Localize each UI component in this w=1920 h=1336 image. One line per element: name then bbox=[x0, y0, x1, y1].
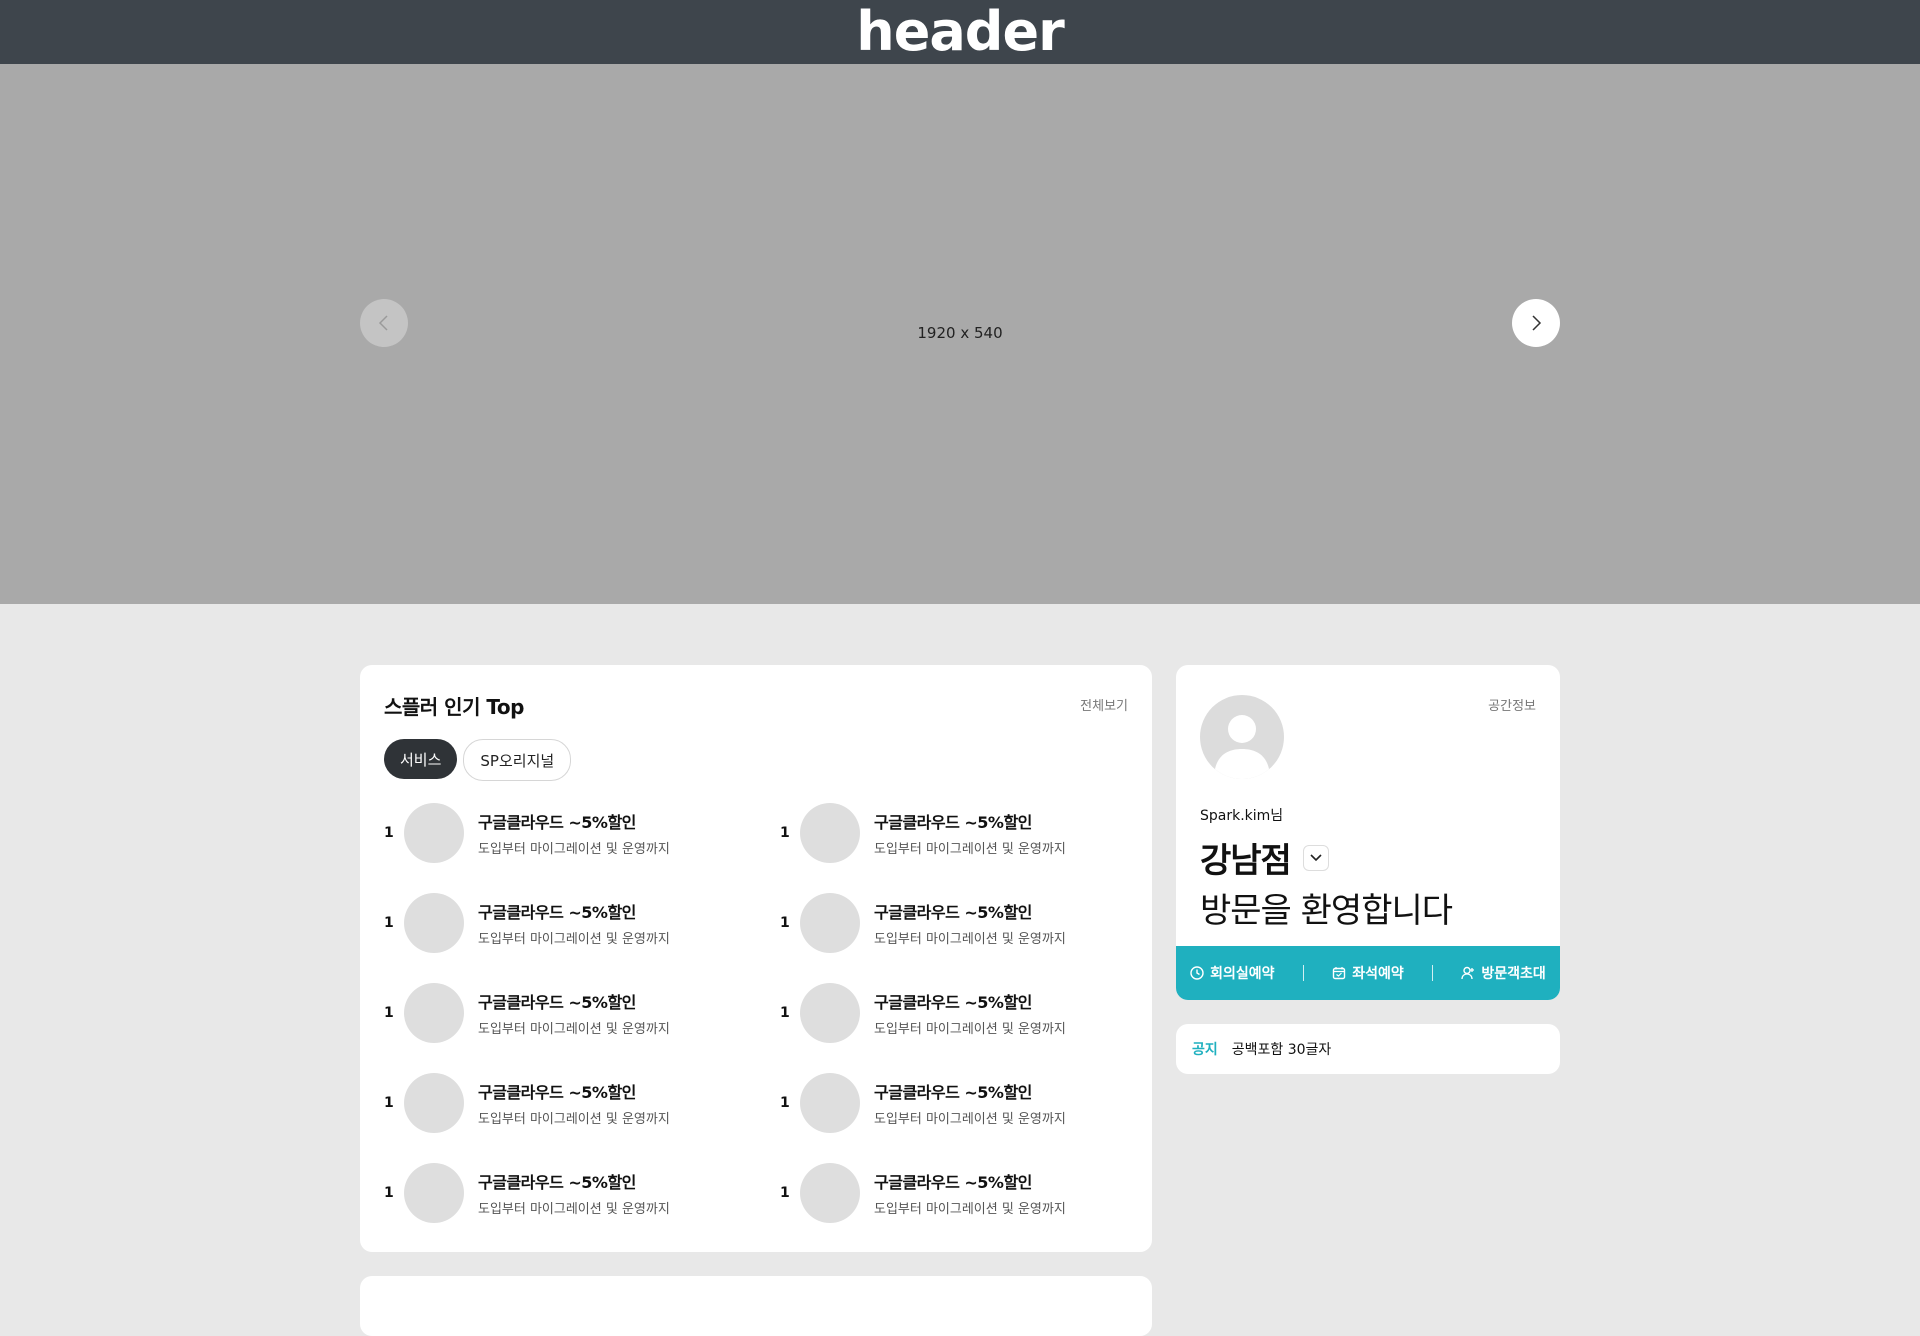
tab-service[interactable]: 서비스 bbox=[384, 739, 458, 779]
invite-visitor-button[interactable]: 방문객초대 bbox=[1461, 963, 1546, 983]
list-item[interactable]: 1 구글클라우드 ~5%할인도입부터 마이그레이션 및 운영까지 bbox=[384, 1073, 780, 1133]
space-info-link[interactable]: 공간정보 bbox=[1488, 695, 1536, 714]
meeting-room-reservation-button[interactable]: 회의실예약 bbox=[1190, 963, 1275, 983]
item-subtitle: 도입부터 마이그레이션 및 운영까지 bbox=[478, 1112, 670, 1127]
item-thumbnail bbox=[404, 803, 464, 863]
rank-number: 1 bbox=[384, 915, 394, 931]
item-title: 구글클라우드 ~5%할인 bbox=[478, 813, 636, 832]
rank-number: 1 bbox=[780, 1185, 790, 1201]
rank-number: 1 bbox=[384, 825, 394, 841]
rank-number: 1 bbox=[780, 915, 790, 931]
list-item[interactable]: 1 구글클라우드 ~5%할인도입부터 마이그레이션 및 운영까지 bbox=[384, 803, 780, 863]
next-slide-button[interactable] bbox=[1512, 299, 1560, 347]
chevron-right-icon bbox=[1532, 315, 1542, 331]
divider bbox=[1302, 965, 1304, 981]
item-title: 구글클라우드 ~5%할인 bbox=[478, 903, 636, 922]
clock-icon bbox=[1190, 966, 1204, 980]
profile-card: 공간정보 Spark.kim님 강남점 방문을 환영합니다 회의실예약 좌석예약… bbox=[1176, 665, 1560, 1000]
item-title: 구글클라우드 ~5%할인 bbox=[874, 903, 1032, 922]
list-item[interactable]: 1 구글클라우드 ~5%할인도입부터 마이그레이션 및 운영까지 bbox=[780, 893, 1128, 953]
item-title: 구글클라우드 ~5%할인 bbox=[874, 1083, 1032, 1102]
item-subtitle: 도입부터 마이그레이션 및 운영까지 bbox=[478, 932, 670, 947]
user-silhouette-icon bbox=[1214, 715, 1270, 779]
item-thumbnail bbox=[800, 1163, 860, 1223]
item-subtitle: 도입부터 마이그레이션 및 운영까지 bbox=[478, 842, 670, 857]
rank-number: 1 bbox=[780, 1005, 790, 1021]
user-name: Spark.kim님 bbox=[1200, 808, 1284, 824]
popular-list: 1 구글클라우드 ~5%할인 도입부터 마이그레이션 및 운영까지 1 구글클라우… bbox=[384, 803, 1128, 1223]
invite-visitor-label: 방문객초대 bbox=[1481, 966, 1546, 982]
list-item[interactable]: 1 구글클라우드 ~5%할인도입부터 마이그레이션 및 운영까지 bbox=[384, 893, 780, 953]
notice-card[interactable]: 공지 공백포함 30글자 bbox=[1176, 1024, 1560, 1074]
hero-banner[interactable]: 1920 x 540 bbox=[0, 64, 1920, 604]
notice-label: 공지 bbox=[1192, 1042, 1218, 1058]
person-icon bbox=[1461, 966, 1475, 980]
item-thumbnail bbox=[800, 893, 860, 953]
branch-dropdown-button[interactable] bbox=[1302, 844, 1329, 871]
seat-reservation-label: 좌석예약 bbox=[1352, 966, 1404, 982]
item-subtitle: 도입부터 마이그레이션 및 운영까지 bbox=[478, 1202, 670, 1217]
item-title: 구글클라우드 ~5%할인 bbox=[478, 993, 636, 1012]
branch-name: 강남점 bbox=[1200, 841, 1292, 881]
item-title: 구글클라우드 ~5%할인 bbox=[874, 1173, 1032, 1192]
rank-number: 1 bbox=[780, 825, 790, 841]
item-title: 구글클라우드 ~5%할인 bbox=[478, 1083, 636, 1102]
rank-number: 1 bbox=[384, 1095, 394, 1111]
quick-action-bar: 회의실예약 좌석예약 방문객초대 bbox=[1176, 946, 1560, 1000]
item-thumbnail bbox=[404, 893, 464, 953]
list-item[interactable]: 1 구글클라우드 ~5%할인도입부터 마이그레이션 및 운영까지 bbox=[384, 983, 780, 1043]
item-title: 구글클라우드 ~5%할인 bbox=[478, 1173, 636, 1192]
calendar-icon bbox=[1333, 967, 1346, 980]
banner-size-label: 1920 x 540 bbox=[917, 324, 1003, 342]
item-subtitle: 도입부터 마이그레이션 및 운영까지 bbox=[874, 842, 1066, 857]
welcome-message: 방문을 환영합니다 bbox=[1200, 891, 1453, 931]
item-thumbnail bbox=[404, 983, 464, 1043]
meeting-room-label: 회의실예약 bbox=[1210, 966, 1275, 982]
chevron-down-icon bbox=[1310, 853, 1322, 861]
list-item[interactable]: 1 구글클라우드 ~5%할인도입부터 마이그레이션 및 운영까지 bbox=[780, 1163, 1128, 1223]
list-item[interactable]: 1 구글클라우드 ~5%할인도입부터 마이그레이션 및 운영까지 bbox=[780, 983, 1128, 1043]
list-item[interactable]: 1 구글클라우드 ~5%할인도입부터 마이그레이션 및 운영까지 bbox=[780, 803, 1128, 863]
notice-text: 공백포함 30글자 bbox=[1231, 1042, 1332, 1058]
item-thumbnail bbox=[404, 1163, 464, 1223]
header-title: header bbox=[856, 0, 1064, 63]
item-title: 구글클라우드 ~5%할인 bbox=[874, 813, 1032, 832]
branch-selector: 강남점 bbox=[1200, 833, 1329, 882]
divider bbox=[1432, 965, 1434, 981]
secondary-card bbox=[360, 1276, 1152, 1336]
rank-number: 1 bbox=[780, 1095, 790, 1111]
avatar bbox=[1200, 695, 1284, 779]
seat-reservation-button[interactable]: 좌석예약 bbox=[1332, 963, 1404, 983]
popular-tabs: 서비스 SP오리지널 bbox=[384, 739, 572, 781]
rank-number: 1 bbox=[384, 1005, 394, 1021]
item-title: 구글클라우드 ~5%할인 bbox=[874, 993, 1032, 1012]
see-all-link[interactable]: 전체보기 bbox=[1080, 695, 1128, 714]
item-subtitle: 도입부터 마이그레이션 및 운영까지 bbox=[874, 1202, 1066, 1217]
item-subtitle: 도입부터 마이그레이션 및 운영까지 bbox=[874, 1112, 1066, 1127]
list-item[interactable]: 1 구글클라우드 ~5%할인도입부터 마이그레이션 및 운영까지 bbox=[780, 1073, 1128, 1133]
rank-number: 1 bbox=[384, 1185, 394, 1201]
item-thumbnail bbox=[800, 803, 860, 863]
item-thumbnail bbox=[800, 1073, 860, 1133]
item-subtitle: 도입부터 마이그레이션 및 운영까지 bbox=[874, 932, 1066, 947]
item-subtitle: 도입부터 마이그레이션 및 운영까지 bbox=[478, 1022, 670, 1037]
site-header: header bbox=[0, 0, 1920, 64]
item-subtitle: 도입부터 마이그레이션 및 운영까지 bbox=[874, 1022, 1066, 1037]
item-thumbnail bbox=[800, 983, 860, 1043]
item-thumbnail bbox=[404, 1073, 464, 1133]
popular-title: 스플러 인기 Top bbox=[384, 695, 524, 719]
list-item[interactable]: 1 구글클라우드 ~5%할인도입부터 마이그레이션 및 운영까지 bbox=[384, 1163, 780, 1223]
tab-sp-original[interactable]: SP오리지널 bbox=[463, 739, 572, 781]
popular-top-card: 스플러 인기 Top 전체보기 서비스 SP오리지널 1 구글클라우드 ~5%할… bbox=[360, 665, 1152, 1252]
